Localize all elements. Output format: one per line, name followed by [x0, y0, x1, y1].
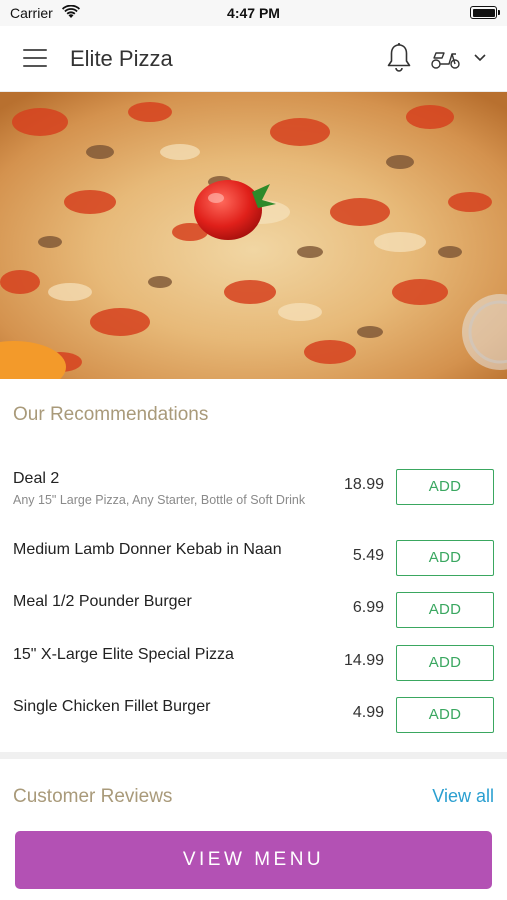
- view-all-link[interactable]: View all: [432, 786, 494, 807]
- status-bar: Carrier 4:47 PM: [0, 0, 507, 26]
- item-price: 18.99: [343, 476, 384, 493]
- add-button[interactable]: ADD: [396, 645, 494, 681]
- add-button[interactable]: ADD: [396, 469, 494, 505]
- bell-icon[interactable]: [386, 42, 412, 74]
- view-menu-button[interactable]: VIEW MENU: [15, 831, 492, 889]
- item-price: 5.49: [352, 547, 384, 564]
- carrier-label: Carrier: [10, 5, 53, 21]
- chevron-down-icon[interactable]: [473, 53, 487, 63]
- item-price: 14.99: [343, 652, 384, 669]
- section-divider: [0, 752, 507, 759]
- menu-icon[interactable]: [23, 49, 47, 69]
- reviews-title: Customer Reviews: [13, 786, 173, 807]
- item-price: 4.99: [352, 704, 384, 721]
- scooter-icon[interactable]: [430, 46, 462, 70]
- item-name: 15" X-Large Elite Special Pizza: [13, 646, 234, 663]
- hero-pizza-image: [0, 92, 507, 379]
- add-button[interactable]: ADD: [396, 697, 494, 733]
- wifi-icon: [62, 5, 80, 18]
- app-header: Elite Pizza: [0, 26, 507, 92]
- item-name: Meal 1/2 Pounder Burger: [13, 593, 192, 610]
- item-price: 6.99: [352, 599, 384, 616]
- add-button[interactable]: ADD: [396, 540, 494, 576]
- item-description: Any 15" Large Pizza, Any Starter, Bottle…: [13, 493, 306, 507]
- add-button[interactable]: ADD: [396, 592, 494, 628]
- battery-icon: [470, 6, 500, 19]
- item-name: Medium Lamb Donner Kebab in Naan: [13, 541, 282, 558]
- item-name: Deal 2: [13, 470, 60, 487]
- app-title: Elite Pizza: [70, 46, 173, 71]
- recommendations-title: Our Recommendations: [13, 404, 209, 425]
- item-name: Single Chicken Fillet Burger: [13, 698, 211, 715]
